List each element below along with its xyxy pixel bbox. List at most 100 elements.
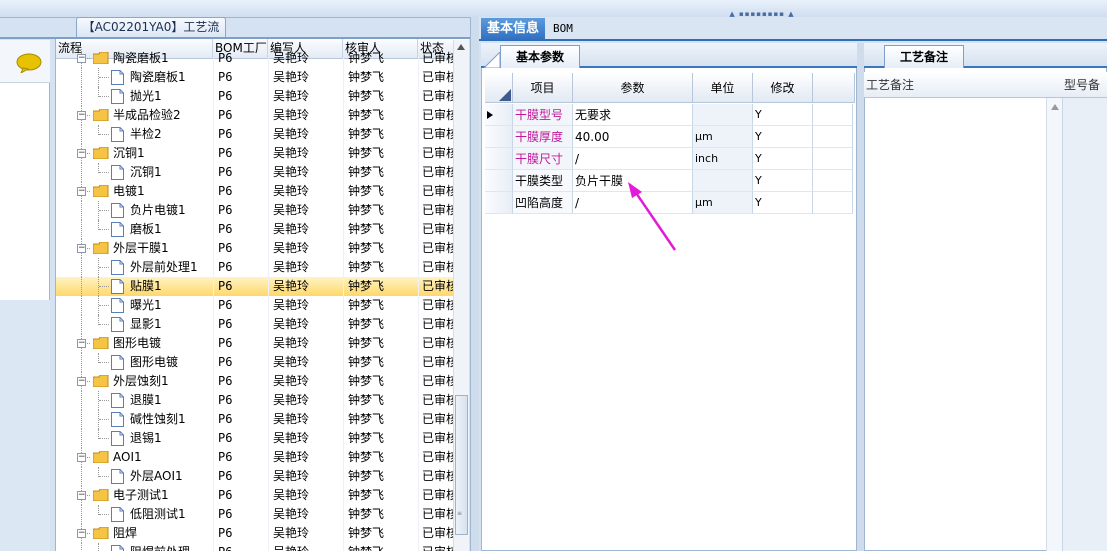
tree-step-row[interactable]: 陶瓷磨板1 P6 吴艳玲 钟梦飞 已审核 xyxy=(56,68,469,87)
tab-corner-icon xyxy=(484,52,500,68)
tree-step-row[interactable]: 图形电镀 P6 吴艳玲 钟梦飞 已审核 xyxy=(56,353,469,372)
tree-step-row[interactable]: 退膜1 P6 吴艳玲 钟梦飞 已审核 xyxy=(56,391,469,410)
param-row[interactable]: 干膜厚度 40.00 μm Y xyxy=(485,126,855,148)
writer-cell: 吴艳玲 xyxy=(273,336,310,350)
collapse-toggle-icon[interactable]: − xyxy=(77,111,86,120)
tree-step-row[interactable]: 负片电镀1 P6 吴艳玲 钟梦飞 已审核 xyxy=(56,201,469,220)
tree-folder-row[interactable]: − 沉铜1 P6 吴艳玲 钟梦飞 已审核 xyxy=(56,144,469,163)
tree-folder-row[interactable]: − 半成品检验2 P6 吴艳玲 钟梦飞 已审核 xyxy=(56,106,469,125)
row-indicator[interactable] xyxy=(485,148,513,170)
collapse-toggle-icon[interactable]: − xyxy=(77,377,86,386)
tree-folder-row[interactable]: − 阻焊 P6 吴艳玲 钟梦飞 已审核 xyxy=(56,524,469,543)
param-modify-cell[interactable]: Y xyxy=(753,192,813,214)
document-icon xyxy=(111,412,124,427)
tab-process-notes[interactable]: 工艺备注 xyxy=(884,45,964,68)
reviewer-cell: 钟梦飞 xyxy=(348,222,385,236)
param-value-cell[interactable]: 无要求 xyxy=(573,104,693,126)
document-icon xyxy=(111,355,124,370)
row-indicator[interactable] xyxy=(485,192,513,214)
collapse-toggle-icon[interactable]: − xyxy=(77,187,86,196)
param-modify-cell[interactable]: Y xyxy=(753,104,813,126)
tab-process-flow[interactable]: 【AC02201YA0】工艺流程 xyxy=(76,17,226,53)
tree-step-row[interactable]: 阻焊前处理P6吴艳玲钟梦飞已审核 xyxy=(56,543,469,551)
reviewer-cell: 钟梦飞 xyxy=(348,108,385,122)
tree-node-label: 电镀1 xyxy=(113,184,145,198)
writer-cell: 吴艳玲 xyxy=(273,450,310,464)
param-name-cell: 干膜厚度 xyxy=(513,126,573,148)
tree-step-row[interactable]: 半检2 P6 吴艳玲 钟梦飞 已审核 xyxy=(56,125,469,144)
document-icon xyxy=(111,393,124,408)
tree-step-row[interactable]: 低阻测试1 P6 吴艳玲 钟梦飞 已审核 xyxy=(56,505,469,524)
bom-factory-cell: P6 xyxy=(218,526,233,540)
collapse-toggle-icon[interactable]: − xyxy=(77,339,86,348)
reviewer-cell: 钟梦飞 xyxy=(348,412,385,426)
tree-step-row[interactable]: 沉铜1 P6 吴艳玲 钟梦飞 已审核 xyxy=(56,163,469,182)
writer-cell: 吴艳玲 xyxy=(273,507,310,521)
tree-folder-row[interactable]: − 图形电镀 P6 吴艳玲 钟梦飞 已审核 xyxy=(56,334,469,353)
tree-step-row[interactable]: 外层AOI1 P6 吴艳玲 钟梦飞 已审核 xyxy=(56,467,469,486)
tree-step-row[interactable]: 贴膜1 P6 吴艳玲 钟梦飞 已审核 xyxy=(56,277,469,296)
tree-node-label: 低阻测试1 xyxy=(130,507,186,521)
vertical-splitter[interactable] xyxy=(470,17,479,551)
tab-basic-params[interactable]: 基本参数 xyxy=(500,45,580,68)
tree-step-row[interactable]: 曝光1 P6 吴艳玲 钟梦飞 已审核 xyxy=(56,296,469,315)
tree-folder-row[interactable]: − 外层蚀刻1 P6 吴艳玲 钟梦飞 已审核 xyxy=(56,372,469,391)
collapse-toggle-icon[interactable]: − xyxy=(77,491,86,500)
collapse-toggle-icon[interactable]: − xyxy=(77,244,86,253)
collapse-toggle-icon[interactable]: − xyxy=(77,453,86,462)
param-row[interactable]: 干膜型号 无要求 Y xyxy=(485,104,855,126)
bom-factory-cell: P6 xyxy=(218,543,268,551)
tree-folder-row[interactable]: − 电镀1 P6 吴艳玲 钟梦飞 已审核 xyxy=(56,182,469,201)
notes-column-model[interactable]: 型号备注 xyxy=(1064,72,1107,118)
tree-folder-row[interactable]: − 陶瓷磨板1 P6 吴艳玲 钟梦飞 已审核 xyxy=(56,49,469,68)
reviewer-cell: 钟梦飞 xyxy=(348,70,385,84)
param-modify-cell[interactable]: Y xyxy=(753,148,813,170)
param-modify-cell[interactable]: Y xyxy=(753,126,813,148)
tree-step-row[interactable]: 退锡1 P6 吴艳玲 钟梦飞 已审核 xyxy=(56,429,469,448)
collapse-toggle-icon[interactable]: − xyxy=(77,529,86,538)
grid-header-unit[interactable]: 单位 xyxy=(693,73,753,103)
notes-scroll-up-icon[interactable] xyxy=(1051,104,1059,110)
writer-cell: 吴艳玲 xyxy=(273,279,310,293)
collapse-toggle-icon[interactable]: − xyxy=(77,54,86,63)
notes-column-process[interactable]: 工艺备注 xyxy=(866,72,914,98)
tree-step-row[interactable]: 碱性蚀刻1 P6 吴艳玲 钟梦飞 已审核 xyxy=(56,410,469,429)
tree-step-row[interactable]: 磨板1 P6 吴艳玲 钟梦飞 已审核 xyxy=(56,220,469,239)
tree-folder-row[interactable]: − 外层干膜1 P6 吴艳玲 钟梦飞 已审核 xyxy=(56,239,469,258)
grid-header-param[interactable]: 参数 xyxy=(573,73,693,103)
tree-node-label: 抛光1 xyxy=(130,89,162,103)
collapse-toggle-icon[interactable]: − xyxy=(77,149,86,158)
param-modify-cell[interactable]: Y xyxy=(753,170,813,192)
param-value-cell[interactable]: / xyxy=(573,148,693,170)
grid-header-item[interactable]: 项目 xyxy=(513,73,573,103)
grid-header-modify[interactable]: 修改 xyxy=(753,73,813,103)
param-value-cell[interactable]: 40.00 xyxy=(573,126,693,148)
scroll-up-arrow-icon[interactable] xyxy=(457,44,465,50)
row-indicator[interactable] xyxy=(485,104,513,126)
notes-scrollbar[interactable] xyxy=(1046,98,1062,551)
reviewer-cell: 钟梦飞 xyxy=(348,241,385,255)
tree-step-row[interactable]: 外层前处理1 P6 吴艳玲 钟梦飞 已审核 xyxy=(56,258,469,277)
bom-factory-cell: P6 xyxy=(218,165,233,179)
tab-basic-info[interactable]: 基本信息 xyxy=(481,18,545,40)
tab-bom[interactable]: BOM xyxy=(553,18,593,40)
row-indicator[interactable] xyxy=(485,170,513,192)
writer-cell: 吴艳玲 xyxy=(273,222,310,236)
tree-step-row[interactable]: 抛光1 P6 吴艳玲 钟梦飞 已审核 xyxy=(56,87,469,106)
param-row[interactable]: 干膜尺寸 / inch Y xyxy=(485,148,855,170)
tree-vertical-scrollbar[interactable]: ≡ xyxy=(453,40,469,551)
top-strip xyxy=(0,0,1107,18)
tree-folder-row[interactable]: − 电子测试1 P6 吴艳玲 钟梦飞 已审核 xyxy=(56,486,469,505)
chat-bubble-icon[interactable] xyxy=(16,53,42,73)
row-indicator[interactable] xyxy=(485,126,513,148)
tree-step-row[interactable]: 显影1 P6 吴艳玲 钟梦飞 已审核 xyxy=(56,315,469,334)
bom-factory-cell: P6 xyxy=(218,279,233,293)
document-icon xyxy=(111,203,124,218)
vertical-splitter-2[interactable] xyxy=(857,43,864,551)
param-unit-cell: inch xyxy=(693,148,753,170)
reviewer-cell: 钟梦飞 xyxy=(348,51,385,65)
tree-folder-row[interactable]: − AOI1 P6 吴艳玲 钟梦飞 已审核 xyxy=(56,448,469,467)
reviewer-cell: 钟梦飞 xyxy=(348,127,385,141)
bom-factory-cell: P6 xyxy=(218,507,233,521)
process-tree-grid[interactable]: 流程 BOM工厂 编写人 核审人 状态 − 陶瓷磨板1 P6 吴艳玲 钟梦飞 已审核 陶瓷磨… xyxy=(55,39,469,551)
